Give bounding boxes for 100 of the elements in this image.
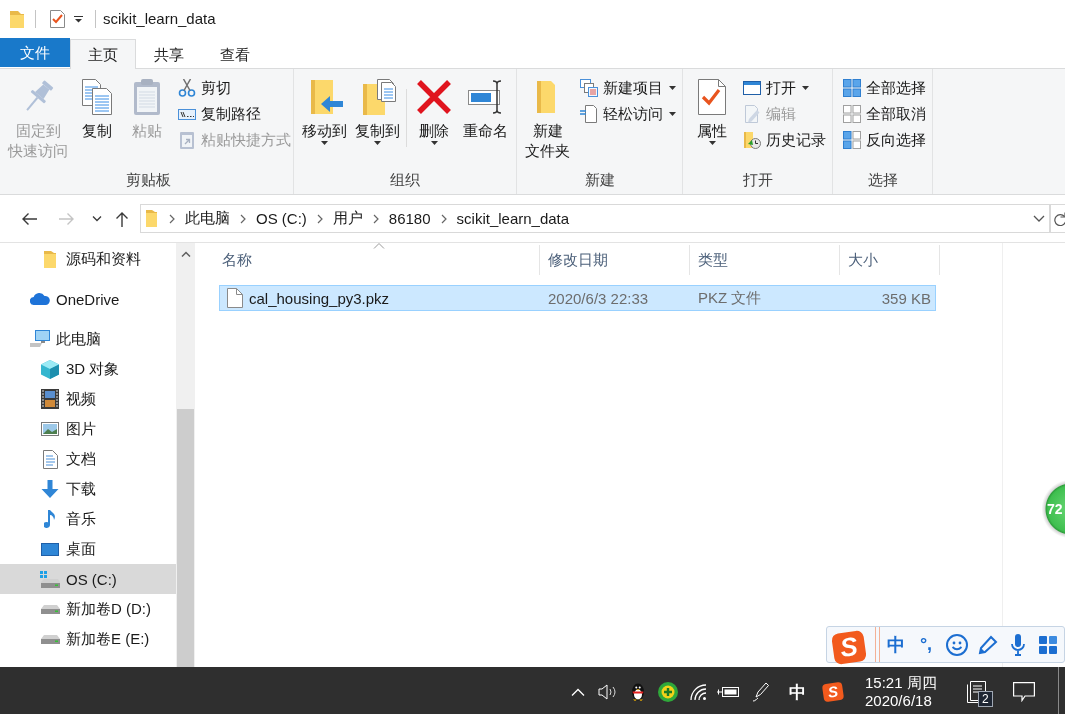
group-label: 选择: [867, 170, 898, 190]
delete-icon: [416, 79, 452, 115]
menu-tab[interactable]: 文件: [0, 38, 70, 67]
refresh-icon[interactable]: [1054, 211, 1065, 226]
computer-icon: [30, 330, 50, 348]
address-field[interactable]: 此电脑 OS (C:) 用户 86180 scikit_learn_data: [140, 204, 1050, 233]
penguin-icon[interactable]: [631, 683, 645, 701]
nav-item[interactable]: 新加卷D (D:): [0, 594, 176, 624]
back-icon[interactable]: [21, 211, 37, 226]
ribbon-button[interactable]: 全部选择: [837, 75, 928, 101]
ribbon-button[interactable]: 新建 文件夹: [521, 73, 574, 163]
microphone-icon[interactable]: [1011, 633, 1025, 656]
drive-icon: [40, 604, 60, 614]
caret-icon[interactable]: [74, 14, 83, 23]
nav-item[interactable]: 新加卷E (E:): [0, 624, 176, 654]
clock-date[interactable]: 2020/6/18: [865, 692, 958, 710]
ribbon-button[interactable]: 删除: [409, 73, 459, 147]
down-arrow-icon: [41, 480, 59, 498]
checked-document-icon[interactable]: [50, 9, 65, 28]
document-icon: [42, 449, 58, 469]
file-modified: 2020/6/3 22:33: [548, 289, 649, 307]
breadcrumb[interactable]: 86180: [382, 210, 437, 227]
ribbon-button[interactable]: 属性: [687, 73, 737, 147]
speech-bubble-icon[interactable]: [1013, 682, 1035, 702]
ribbon-button[interactable]: 复制: [72, 73, 122, 143]
ribbon-tab[interactable]: 查看: [202, 39, 268, 69]
ribbon-button[interactable]: 移动到: [298, 73, 351, 147]
grid-icon[interactable]: [1039, 635, 1057, 654]
scroll-up-icon[interactable]: [180, 251, 191, 257]
file-row[interactable]: cal_housing_py3.pkz 2020/6/3 22:33 PKZ 文件 359 KB: [219, 285, 936, 311]
notification-icon[interactable]: [967, 681, 989, 703]
group-label: 剪贴板: [126, 170, 171, 190]
column-header[interactable]: 大小: [840, 245, 940, 275]
battery-icon[interactable]: [717, 686, 739, 698]
documents-icon: [79, 79, 115, 115]
drive-icon: [40, 634, 60, 644]
nav-item[interactable]: 桌面: [0, 534, 176, 564]
music-note-icon: [44, 509, 56, 529]
breadcrumb[interactable]: 此电脑: [179, 209, 236, 228]
scrollbar-thumb[interactable]: [177, 409, 194, 667]
pen-icon[interactable]: [752, 682, 770, 702]
input-mode-button[interactable]: 中: [788, 680, 806, 704]
chevron-down-icon[interactable]: [1033, 215, 1045, 222]
pencil-icon[interactable]: [978, 634, 998, 655]
document-icon: [580, 105, 598, 123]
picture-icon: [41, 422, 59, 436]
nav-item[interactable]: OS (C:): [0, 564, 176, 594]
windows-drive-icon: [40, 570, 60, 588]
column-header[interactable]: 类型: [690, 245, 840, 275]
breadcrumb[interactable]: scikit_learn_data: [450, 210, 576, 227]
column-header[interactable]: 名称: [219, 245, 540, 275]
wifi-icon[interactable]: [689, 684, 707, 700]
scissors-icon: [178, 79, 196, 97]
nav-item[interactable]: 音乐: [0, 504, 176, 534]
breadcrumb[interactable]: 用户: [326, 209, 369, 228]
nav-item[interactable]: 文档: [0, 444, 176, 474]
window-icon: [743, 79, 761, 97]
ribbon-tab[interactable]: 主页: [70, 39, 136, 69]
filled-grid-icon: [843, 79, 861, 97]
ribbon-button[interactable]: 复制到: [351, 73, 404, 147]
chevron-down-icon[interactable]: [92, 215, 102, 222]
up-arrow-icon[interactable]: [115, 210, 129, 227]
screen-icon: [41, 542, 59, 556]
folder-clock-icon: [743, 131, 761, 149]
empty-grid-icon: [843, 105, 861, 123]
cube-icon: [41, 359, 59, 379]
nav-item[interactable]: 下载: [0, 474, 176, 504]
ribbon-button[interactable]: 新建项目: [574, 75, 678, 101]
group-label: 新建: [584, 170, 615, 190]
ribbon-button[interactable]: 打开: [737, 75, 828, 101]
cloud-icon: [30, 293, 50, 305]
ribbon-tab[interactable]: 共享: [136, 39, 202, 69]
breadcrumb[interactable]: OS (C:): [250, 210, 313, 227]
window-stack-icon: [580, 79, 598, 97]
partial-grid-icon: [843, 131, 861, 149]
scrollbar[interactable]: [176, 243, 195, 667]
ribbon-button[interactable]: 全部取消: [837, 101, 928, 127]
nav-item[interactable]: 3D 对象: [0, 354, 176, 384]
pencil-document-icon: [743, 105, 761, 123]
ribbon-button[interactable]: 历史记录: [737, 127, 828, 153]
nav-item[interactable]: 源码和资料: [0, 244, 176, 274]
ribbon-button[interactable]: 重命名: [459, 73, 512, 143]
punctuation-button[interactable]: °,: [919, 634, 933, 655]
nav-item[interactable]: 此电脑: [0, 324, 176, 354]
ribbon-button[interactable]: 轻松访问: [574, 101, 678, 127]
smiley-icon[interactable]: [945, 633, 968, 656]
column-header[interactable]: 修改日期: [540, 245, 690, 275]
plus-disc-icon[interactable]: [658, 682, 678, 702]
ribbon-button[interactable]: 反向选择: [837, 127, 928, 153]
file-size: 359 KB: [881, 289, 931, 307]
clock-time[interactable]: 15:21 周四: [865, 674, 958, 692]
nav-item[interactable]: OneDrive: [0, 284, 176, 314]
ribbon-button[interactable]: 复制路径: [172, 101, 293, 127]
input-mode-button[interactable]: 中: [887, 632, 905, 657]
ribbon-button[interactable]: 剪切: [172, 75, 293, 101]
nav-item[interactable]: 视频: [0, 384, 176, 414]
nav-item[interactable]: 图片: [0, 414, 176, 444]
clipboard-shortcut-icon: [178, 131, 196, 149]
speaker-icon[interactable]: [597, 684, 619, 700]
chevron-up-icon[interactable]: [571, 688, 585, 696]
